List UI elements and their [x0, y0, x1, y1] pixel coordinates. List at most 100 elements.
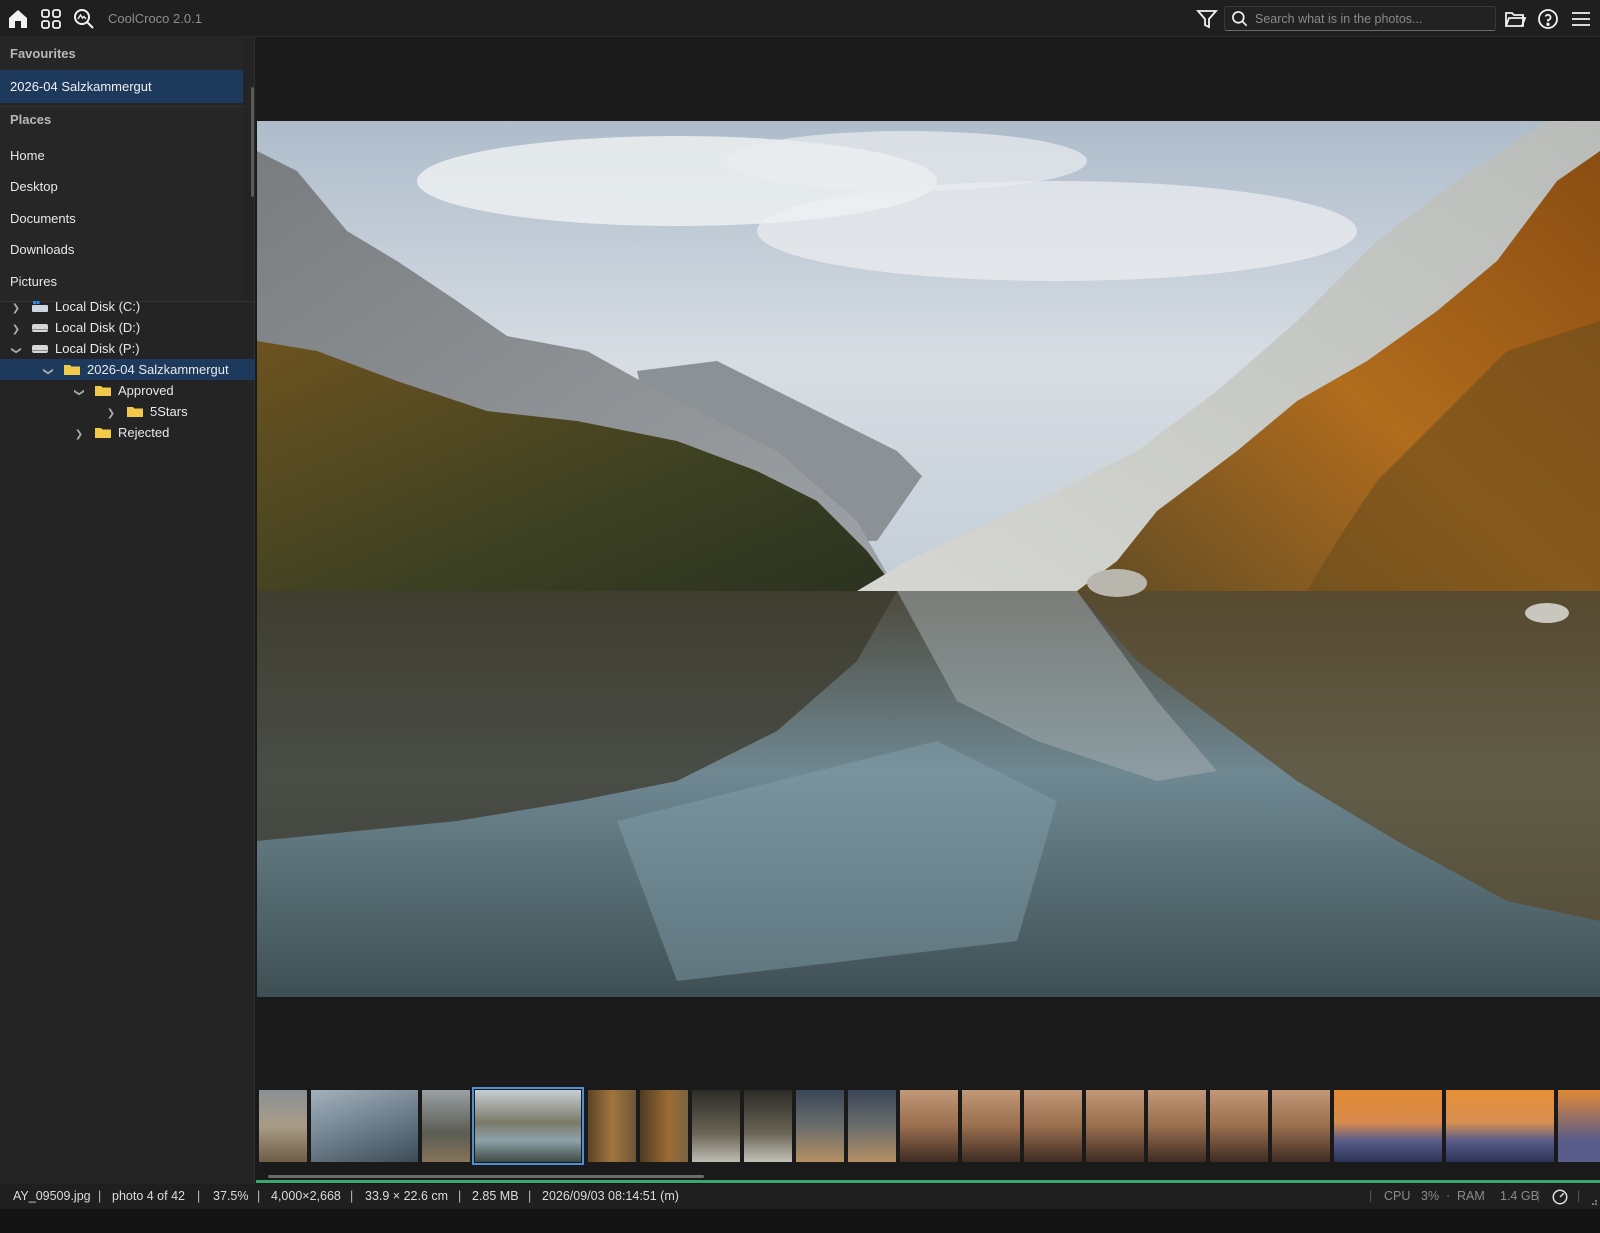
chevron-right-icon[interactable]: ❯ [9, 319, 23, 340]
thumbnail[interactable] [1024, 1090, 1082, 1162]
thumbnail[interactable] [588, 1090, 636, 1162]
tree-item-label: Local Disk (P:) [55, 341, 140, 356]
divider: | [1577, 1189, 1581, 1203]
tree-item-label: Rejected [118, 425, 170, 440]
resize-grip-icon[interactable] [1588, 1196, 1598, 1206]
favourite-item[interactable]: 2026-04 Salzkammergut [0, 70, 243, 103]
thumbnail[interactable] [962, 1090, 1020, 1162]
thumbnail[interactable] [1334, 1090, 1442, 1162]
folder-icon [64, 365, 80, 375]
status-filename: AY_09509.jpg [13, 1189, 91, 1203]
thumbnail[interactable] [640, 1090, 688, 1162]
divider: | [458, 1189, 462, 1203]
thumbnail[interactable] [1558, 1090, 1600, 1162]
tree-item-local-disk-d[interactable]: ❯ Local Disk (D:) [9, 317, 140, 338]
chevron-down-icon[interactable]: ❯ [38, 365, 59, 379]
divider: | [257, 1189, 261, 1203]
places-heading: Places [10, 112, 52, 127]
thumbnail[interactable] [796, 1090, 844, 1162]
thumbnail[interactable] [848, 1090, 896, 1162]
grid-icon[interactable] [38, 6, 64, 32]
image-viewer[interactable] [256, 37, 1600, 1209]
menu-icon[interactable] [1568, 6, 1594, 32]
tree-item-local-disk-p[interactable]: ❯ Local Disk (P:) [9, 338, 140, 359]
status-file-size: 2.85 MB [472, 1189, 519, 1203]
loading-progress-bar [256, 1180, 1600, 1183]
sidebar: Favourites 2026-04 Salzkammergut Places … [0, 37, 255, 1209]
chevron-down-icon[interactable]: ❯ [69, 386, 90, 400]
title-bar: CoolCroco 2.0.1 [0, 0, 1600, 37]
folder-icon [95, 428, 111, 438]
cpu-value: 3% [1421, 1189, 1440, 1203]
sidebar-scrollbar[interactable] [251, 87, 254, 197]
place-documents[interactable]: Documents [10, 211, 76, 226]
favourites-heading: Favourites [10, 46, 76, 61]
thumbnail[interactable] [1446, 1090, 1554, 1162]
thumbnail[interactable] [1272, 1090, 1330, 1162]
place-desktop[interactable]: Desktop [10, 179, 58, 194]
home-icon[interactable] [5, 6, 31, 32]
chevron-right-icon[interactable]: ❯ [72, 424, 86, 445]
search-input[interactable] [1255, 10, 1489, 27]
status-print-size: 33.9 × 22.6 cm [365, 1189, 449, 1203]
tree-item-label: Approved [118, 383, 174, 398]
thumbnail[interactable] [1086, 1090, 1144, 1162]
cpu-label: CPU [1384, 1189, 1411, 1203]
thumbnail[interactable] [900, 1090, 958, 1162]
tree-item-label: Local Disk (D:) [55, 320, 141, 335]
divider: | [1537, 1189, 1541, 1203]
status-date: 2026/09/03 08:14:51 (m) [542, 1189, 679, 1203]
thumbnail[interactable] [1148, 1090, 1206, 1162]
divider [0, 106, 243, 107]
tree-item-local-disk-c[interactable]: ❯ Local Disk (C:) [9, 296, 140, 317]
thumbnail[interactable] [1210, 1090, 1268, 1162]
chevron-right-icon[interactable]: ❯ [9, 298, 23, 319]
thumbnail[interactable] [744, 1090, 792, 1162]
divider: | [1369, 1189, 1373, 1203]
place-pictures[interactable]: Pictures [10, 274, 57, 289]
thumbnail[interactable] [259, 1090, 307, 1162]
status-dimensions: 4,000×2,668 [271, 1189, 341, 1203]
performance-gauge-icon[interactable] [1551, 1188, 1569, 1206]
tree-item-label: 5Stars [150, 404, 188, 419]
status-zoom: 37.5% [213, 1189, 249, 1203]
help-icon[interactable] [1535, 6, 1561, 32]
search-box[interactable] [1224, 6, 1496, 31]
main-photo[interactable] [257, 121, 1600, 997]
divider: | [528, 1189, 532, 1203]
chevron-right-icon[interactable]: ❯ [104, 403, 118, 424]
tree-item-label: Local Disk (C:) [55, 299, 141, 314]
separator-dot: · [1446, 1189, 1451, 1203]
status-position: photo 4 of 42 [112, 1189, 185, 1203]
tree-item-5stars[interactable]: ❯ 5Stars [104, 401, 188, 422]
tree-item-rejected[interactable]: ❯ Rejected [72, 422, 170, 445]
zoom-search-icon[interactable] [71, 6, 97, 32]
folder-icon [95, 386, 111, 396]
drive-icon [32, 345, 48, 353]
thumbnail-selected[interactable] [472, 1087, 584, 1165]
filmstrip[interactable] [256, 1086, 1600, 1166]
tree-item-approved[interactable]: ❯ Approved [72, 380, 174, 401]
window-bottom-edge [0, 1209, 1600, 1233]
place-downloads[interactable]: Downloads [10, 242, 74, 257]
filmstrip-scrollbar[interactable] [268, 1175, 704, 1178]
divider: | [197, 1189, 201, 1203]
quick-access-panel: Favourites 2026-04 Salzkammergut Places … [0, 37, 244, 301]
ram-label: RAM [1457, 1189, 1485, 1203]
search-icon [1232, 11, 1248, 27]
thumbnail[interactable] [692, 1090, 740, 1162]
tree-item-salzkammergut[interactable]: ❯ 2026-04 Salzkammergut [41, 359, 229, 380]
thumbnail[interactable] [311, 1090, 418, 1162]
thumbnail[interactable] [422, 1090, 470, 1162]
app-title: CoolCroco 2.0.1 [108, 11, 202, 26]
ram-value: 1.4 GB [1500, 1189, 1539, 1203]
divider: | [350, 1189, 354, 1203]
divider: | [98, 1189, 102, 1203]
place-home[interactable]: Home [10, 148, 45, 163]
filter-icon[interactable] [1194, 6, 1220, 32]
open-folder-icon[interactable] [1502, 6, 1528, 32]
chevron-down-icon[interactable]: ❯ [6, 344, 27, 358]
folder-icon [127, 407, 143, 417]
windows-drive-icon [32, 301, 48, 312]
tree-item-label: 2026-04 Salzkammergut [87, 362, 229, 377]
